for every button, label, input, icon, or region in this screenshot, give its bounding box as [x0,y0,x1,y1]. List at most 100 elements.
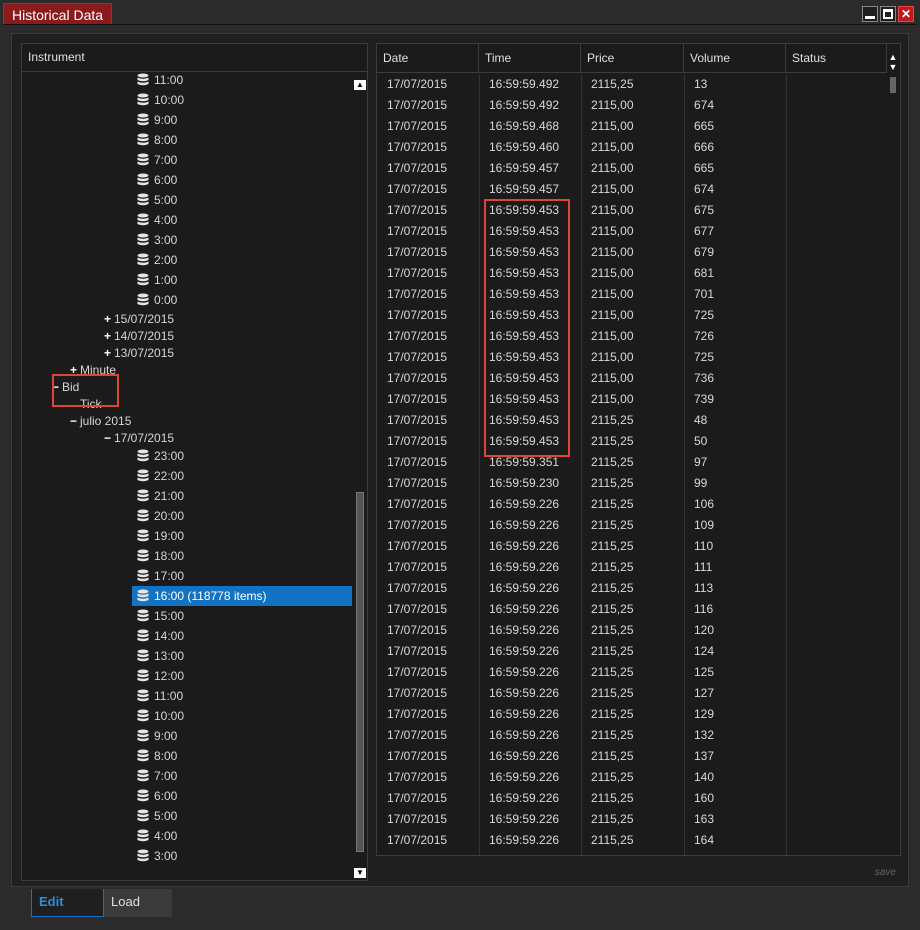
tree-item[interactable]: 2:00 [132,250,177,270]
scroll-down-icon[interactable]: ▼ [887,61,899,73]
tree-item[interactable]: 1:00 [132,270,177,290]
table-row[interactable]: 17/07/2015 16:59:59.226 2115,25 165 [377,851,887,855]
tree-item[interactable]: 23:00 [132,446,184,466]
cell-date: 17/07/2015 [387,119,448,133]
table-row[interactable]: 17/07/2015 16:59:59.468 2115,00 665 [377,116,887,137]
scroll-thumb[interactable] [356,492,364,852]
tree-scrollbar[interactable]: ▲ ▼ [354,80,366,880]
column-header-date[interactable]: Date [377,44,479,73]
column-header-volume[interactable]: Volume [684,44,786,73]
grid-scrollbar[interactable]: ▲ ▼ [887,45,899,855]
table-row[interactable]: 17/07/2015 16:59:59.453 2115,00 675 [377,200,887,221]
tree-item[interactable]: −17/07/2015 [104,428,174,448]
cell-date: 17/07/2015 [387,182,448,196]
table-row[interactable]: 17/07/2015 16:59:59.230 2115,25 99 [377,473,887,494]
table-row[interactable]: 17/07/2015 16:59:59.226 2115,25 164 [377,830,887,851]
tree-item[interactable]: 5:00 [132,806,177,826]
table-row[interactable]: 17/07/2015 16:59:59.453 2115,25 50 [377,431,887,452]
table-row[interactable]: 17/07/2015 16:59:59.226 2115,25 124 [377,641,887,662]
scroll-up-icon[interactable]: ▲ [354,80,366,90]
table-row[interactable]: 17/07/2015 16:59:59.457 2115,00 674 [377,179,887,200]
tree-item[interactable]: 3:00 [132,230,177,250]
tree-item[interactable]: 3:00 [132,846,177,866]
table-row[interactable]: 17/07/2015 16:59:59.226 2115,25 111 [377,557,887,578]
collapse-icon[interactable]: − [70,411,80,431]
tree-item[interactable]: 18:00 [132,546,184,566]
table-row[interactable]: 17/07/2015 16:59:59.351 2115,25 97 [377,452,887,473]
table-row[interactable]: 17/07/2015 16:59:59.226 2115,25 109 [377,515,887,536]
tree-item[interactable]: 4:00 [132,826,177,846]
table-row[interactable]: 17/07/2015 16:59:59.453 2115,00 725 [377,347,887,368]
tree-item[interactable]: 11:00 [132,686,183,706]
tree-item[interactable]: 10:00 [132,706,184,726]
table-row[interactable]: 17/07/2015 16:59:59.453 2115,00 679 [377,242,887,263]
tree-item[interactable]: 9:00 [132,726,177,746]
tree-item[interactable]: 19:00 [132,526,184,546]
table-row[interactable]: 17/07/2015 16:59:59.453 2115,00 681 [377,263,887,284]
cell-time: 16:59:59.460 [489,140,560,154]
collapse-icon[interactable]: − [104,428,114,448]
table-row[interactable]: 17/07/2015 16:59:59.226 2115,25 116 [377,599,887,620]
table-row[interactable]: 17/07/2015 16:59:59.226 2115,25 125 [377,662,887,683]
scroll-down-icon[interactable]: ▼ [354,868,366,878]
table-row[interactable]: 17/07/2015 16:59:59.457 2115,00 665 [377,158,887,179]
tree-item-selected[interactable]: 16:00 (118778 items) [132,586,352,606]
tree-item[interactable]: 21:00 [132,486,184,506]
tree-item[interactable]: 6:00 [132,786,177,806]
table-row[interactable]: 17/07/2015 16:59:59.492 2115,25 13 [377,74,887,95]
table-row[interactable]: 17/07/2015 16:59:59.453 2115,00 701 [377,284,887,305]
table-row[interactable]: 17/07/2015 16:59:59.453 2115,00 726 [377,326,887,347]
tree-item-label: 19:00 [154,529,185,543]
table-row[interactable]: 17/07/2015 16:59:59.226 2115,25 127 [377,683,887,704]
tree-item[interactable]: 17:00 [132,566,184,586]
table-row[interactable]: 17/07/2015 16:59:59.226 2115,25 163 [377,809,887,830]
tree-item[interactable]: 0:00 [132,290,177,310]
tree-item[interactable]: 4:00 [132,210,177,230]
table-row[interactable]: 17/07/2015 16:59:59.226 2115,25 120 [377,620,887,641]
tree-item[interactable]: 11:00 [132,73,183,90]
tree-item[interactable]: 22:00 [132,466,184,486]
close-icon[interactable]: ✕ [898,6,914,22]
table-row[interactable]: 17/07/2015 16:59:59.226 2115,25 113 [377,578,887,599]
tree-item-label: 17/07/2015 [114,431,175,445]
minimize-icon[interactable] [862,6,878,22]
table-row[interactable]: 17/07/2015 16:59:59.453 2115,00 677 [377,221,887,242]
table-row[interactable]: 17/07/2015 16:59:59.226 2115,25 137 [377,746,887,767]
tree-item[interactable]: 5:00 [132,190,177,210]
table-row[interactable]: 17/07/2015 16:59:59.226 2115,25 160 [377,788,887,809]
tree-item[interactable]: 9:00 [132,110,177,130]
table-row[interactable]: 17/07/2015 16:59:59.453 2115,00 739 [377,389,887,410]
table-row[interactable]: 17/07/2015 16:59:59.453 2115,00 736 [377,368,887,389]
tree-item[interactable]: 13:00 [132,646,184,666]
tree-item[interactable]: 15:00 [132,606,184,626]
maximize-icon[interactable] [880,6,896,22]
table-row[interactable]: 17/07/2015 16:59:59.226 2115,25 140 [377,767,887,788]
tab-edit[interactable]: Edit [31,889,104,917]
column-header-time[interactable]: Time [479,44,581,73]
column-header-price[interactable]: Price [581,44,684,73]
cell-price: 2115,00 [591,392,634,406]
tree-item[interactable]: 6:00 [132,170,177,190]
tab-load[interactable]: Load [104,889,172,917]
tree-item[interactable]: 20:00 [132,506,184,526]
table-row[interactable]: 17/07/2015 16:59:59.460 2115,00 666 [377,137,887,158]
tree-item[interactable]: 8:00 [132,746,177,766]
table-row[interactable]: 17/07/2015 16:59:59.492 2115,00 674 [377,95,887,116]
cell-price: 2115,25 [591,497,634,511]
table-row[interactable]: 17/07/2015 16:59:59.226 2115,25 129 [377,704,887,725]
save-link[interactable]: save [875,867,896,878]
tree-item[interactable]: 10:00 [132,90,184,110]
cell-date: 17/07/2015 [387,749,448,763]
tree-item[interactable]: 7:00 [132,150,177,170]
table-row[interactable]: 17/07/2015 16:59:59.453 2115,00 725 [377,305,887,326]
tree-item[interactable]: 14:00 [132,626,184,646]
tree-item[interactable]: 12:00 [132,666,184,686]
table-row[interactable]: 17/07/2015 16:59:59.226 2115,25 106 [377,494,887,515]
table-row[interactable]: 17/07/2015 16:59:59.226 2115,25 110 [377,536,887,557]
column-header-status[interactable]: Status [786,44,887,73]
scroll-thumb[interactable] [890,77,896,93]
tree-item[interactable]: 8:00 [132,130,177,150]
tree-item[interactable]: 7:00 [132,766,177,786]
table-row[interactable]: 17/07/2015 16:59:59.226 2115,25 132 [377,725,887,746]
table-row[interactable]: 17/07/2015 16:59:59.453 2115,25 48 [377,410,887,431]
